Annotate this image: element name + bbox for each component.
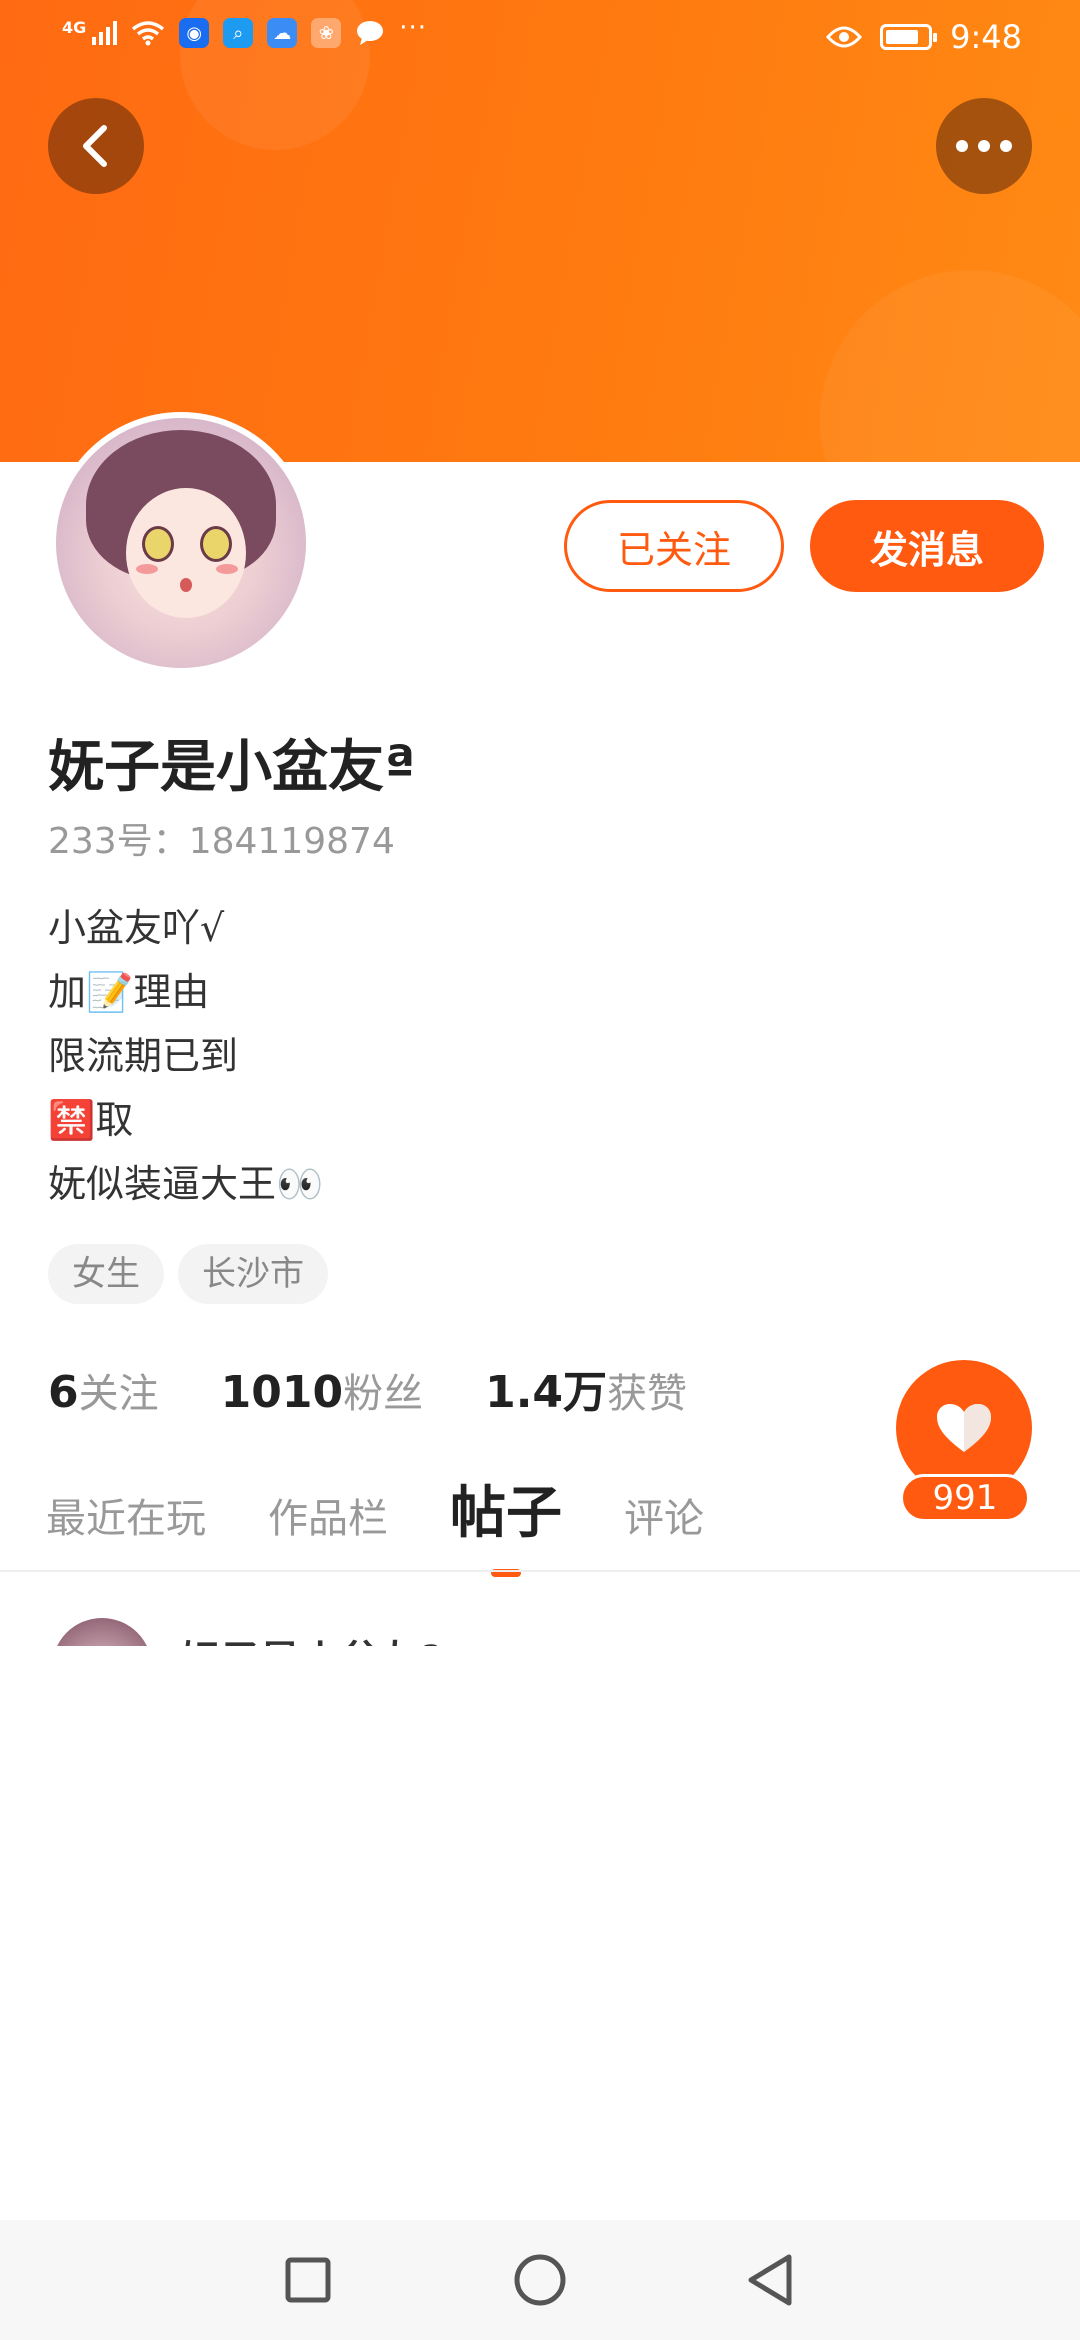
bulb-app-icon: ◉: [179, 18, 210, 48]
home-button[interactable]: [480, 2220, 600, 2340]
tab-comments[interactable]: 评论: [624, 1486, 704, 1544]
bio-line: 限流期已到: [48, 1034, 239, 1078]
like-count: 991: [900, 1474, 1030, 1522]
banner-decoration: [820, 270, 1080, 462]
chevron-left-icon: [83, 125, 107, 167]
tab-label: 评论: [624, 1496, 704, 1542]
chat-app-icon: ❀: [311, 18, 342, 48]
stat-number: 6: [48, 1367, 79, 1418]
message-icon: [357, 21, 384, 45]
stat-following[interactable]: 6关注: [48, 1361, 159, 1419]
tab-works[interactable]: 作品栏: [268, 1486, 388, 1544]
bio: 小盆友吖√ 加📝理由 限流期已到 🈲取 妩似装逼大王👀: [48, 896, 323, 1216]
clock: 9:48: [950, 18, 1022, 56]
stat-number: 1.4万: [485, 1367, 608, 1418]
tag-location: 长沙市: [178, 1244, 328, 1304]
stat-number: 1010: [220, 1367, 344, 1418]
tab-recent-played[interactable]: 最近在玩: [46, 1486, 206, 1544]
back-button[interactable]: [48, 98, 144, 194]
post-author-avatar: [52, 1618, 152, 1646]
eye-comfort-icon: [826, 26, 863, 48]
followed-button[interactable]: 已关注: [564, 500, 784, 592]
post-list-item[interactable]: 妩子是小盆友ª: [0, 1614, 1080, 1646]
circle-icon: [514, 2254, 566, 2306]
user-id: 233号：184119874: [48, 821, 395, 862]
search-app-icon: ⌕: [223, 18, 254, 48]
network-type: 4G: [62, 18, 87, 37]
like-button[interactable]: 991: [896, 1360, 1034, 1524]
bio-line: 🈲取: [48, 1098, 134, 1142]
post-author-name: 妩子是小盆友ª: [180, 1628, 443, 1646]
cloud-app-icon: ☁: [267, 18, 298, 48]
tab-label: 最近在玩: [46, 1496, 206, 1542]
stat-label: 关注: [78, 1371, 159, 1417]
tabs-divider: [0, 1570, 1080, 1572]
stat-label: 粉丝: [343, 1371, 424, 1417]
bio-line: 妩似装逼大王👀: [48, 1162, 324, 1206]
status-bar: 4G ◉ ⌕ ☁ ❀ ··· 9:48: [0, 0, 1080, 72]
heart-icon: [937, 1404, 991, 1452]
profile-tabs: 最近在玩 作品栏 帖子 评论: [46, 1468, 766, 1577]
system-nav-bar: [0, 2220, 1080, 2340]
wifi-icon: [132, 21, 165, 46]
tag-gender: 女生: [48, 1244, 164, 1304]
more-button[interactable]: [936, 98, 1032, 194]
more-notifications-icon: ···: [399, 13, 428, 43]
stat-likes[interactable]: 1.4万获赞: [485, 1356, 687, 1420]
send-message-button[interactable]: 发消息: [810, 500, 1044, 592]
stat-followers[interactable]: 1010粉丝: [221, 1361, 423, 1419]
bio-line: 加📝理由: [48, 970, 210, 1014]
triangle-back-icon: [748, 2254, 792, 2306]
more-dots-icon: [956, 140, 1012, 152]
recent-apps-button[interactable]: [248, 2220, 368, 2340]
signal-icon: [92, 21, 118, 45]
tab-label: 作品栏: [268, 1496, 388, 1542]
profile-header-banner: 4G ◉ ⌕ ☁ ❀ ··· 9:48: [0, 0, 1080, 462]
profile-stats: 6关注 1010粉丝 1.4万获赞: [48, 1356, 687, 1420]
tab-label: 帖子: [450, 1481, 562, 1546]
square-icon: [285, 2257, 331, 2303]
avatar-image: [56, 418, 306, 668]
battery-icon: [880, 24, 938, 50]
stat-label: 获赞: [607, 1371, 688, 1417]
bio-line: 小盆友吖√: [48, 906, 225, 950]
system-back-button[interactable]: [710, 2220, 830, 2340]
page-title: 妩子是小盆友ª: [48, 735, 416, 800]
tab-posts[interactable]: 帖子: [450, 1468, 562, 1577]
profile-tags: 女生 长沙市: [48, 1244, 328, 1304]
avatar[interactable]: [50, 412, 312, 674]
